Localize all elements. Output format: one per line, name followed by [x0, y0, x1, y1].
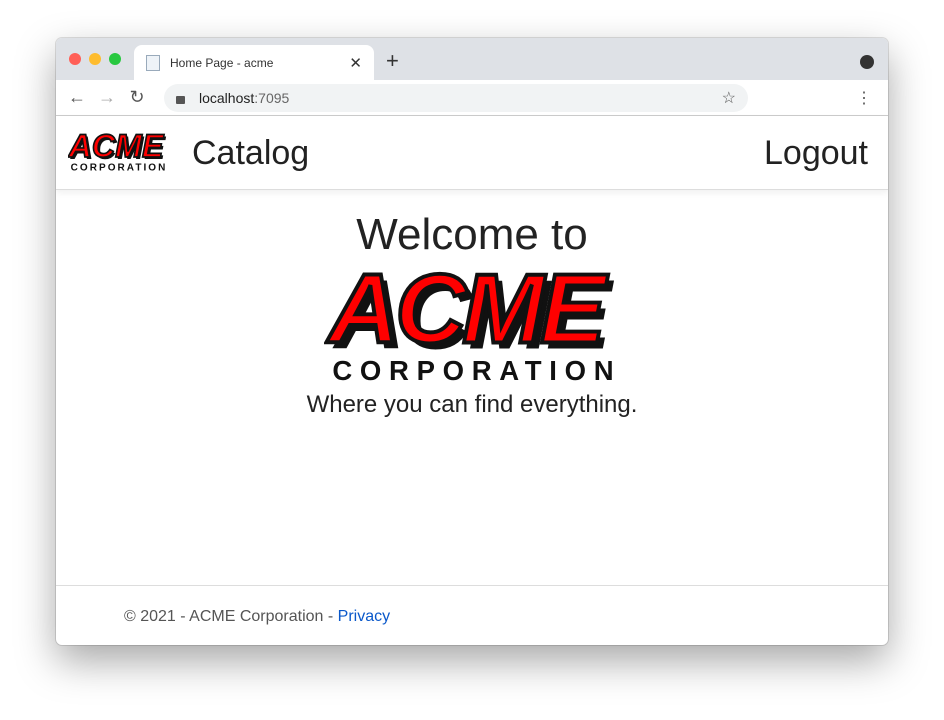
reload-icon[interactable]: ↻	[122, 87, 152, 108]
url-text: localhost:7095	[199, 90, 290, 106]
acme-logo-link[interactable]: ACME ACME CORPORATION	[67, 127, 168, 179]
svg-text:CORPORATION: CORPORATION	[71, 162, 166, 173]
browser-window: Home Page - acme ✕ + ← → ↻ localhost:709…	[56, 38, 888, 645]
new-tab-button[interactable]: +	[386, 48, 399, 74]
copyright-text: © 2021 - ACME Corporation -	[124, 608, 338, 625]
acme-logo-large: ACME ACME CORPORATION	[56, 252, 888, 391]
acme-logo: ACME ACME CORPORATION	[67, 127, 167, 173]
close-window-button[interactable]	[69, 53, 81, 65]
close-tab-icon[interactable]: ✕	[349, 54, 362, 72]
navbar: ACME ACME CORPORATION Catalog Logout	[56, 116, 888, 190]
tab-bar: Home Page - acme ✕ +	[56, 38, 888, 80]
welcome-heading: Welcome to	[356, 210, 588, 259]
address-bar[interactable]: localhost:7095 ☆	[164, 84, 748, 112]
browser-toolbar: ← → ↻ localhost:7095 ☆ ⋮	[56, 80, 888, 116]
bookmark-star-icon[interactable]: ☆	[722, 88, 736, 108]
tagline: Where you can find everything.	[306, 391, 638, 418]
forward-icon[interactable]: →	[92, 87, 122, 108]
svg-text:ACME: ACME	[325, 268, 609, 364]
footer: © 2021 - ACME Corporation - Privacy	[56, 585, 888, 626]
maximize-window-button[interactable]	[109, 53, 121, 65]
lock-icon	[176, 96, 185, 104]
browser-menu-icon[interactable]: ⋮	[856, 88, 872, 108]
nav-catalog-link[interactable]: Catalog	[192, 134, 309, 173]
svg-text:ACME: ACME	[68, 132, 165, 164]
minimize-window-button[interactable]	[89, 53, 101, 65]
browser-tab[interactable]: Home Page - acme ✕	[134, 45, 374, 80]
back-icon[interactable]: ←	[62, 87, 92, 108]
svg-text:CORPORATION: CORPORATION	[332, 355, 613, 386]
tab-title: Home Page - acme	[170, 55, 274, 70]
privacy-link[interactable]: Privacy	[338, 608, 390, 625]
nav-logout-link[interactable]: Logout	[764, 134, 868, 173]
tab-search-icon[interactable]	[860, 55, 874, 69]
main-content: Welcome to ACME ACME CORPORATION Where y…	[56, 210, 888, 419]
page-icon	[146, 54, 160, 71]
